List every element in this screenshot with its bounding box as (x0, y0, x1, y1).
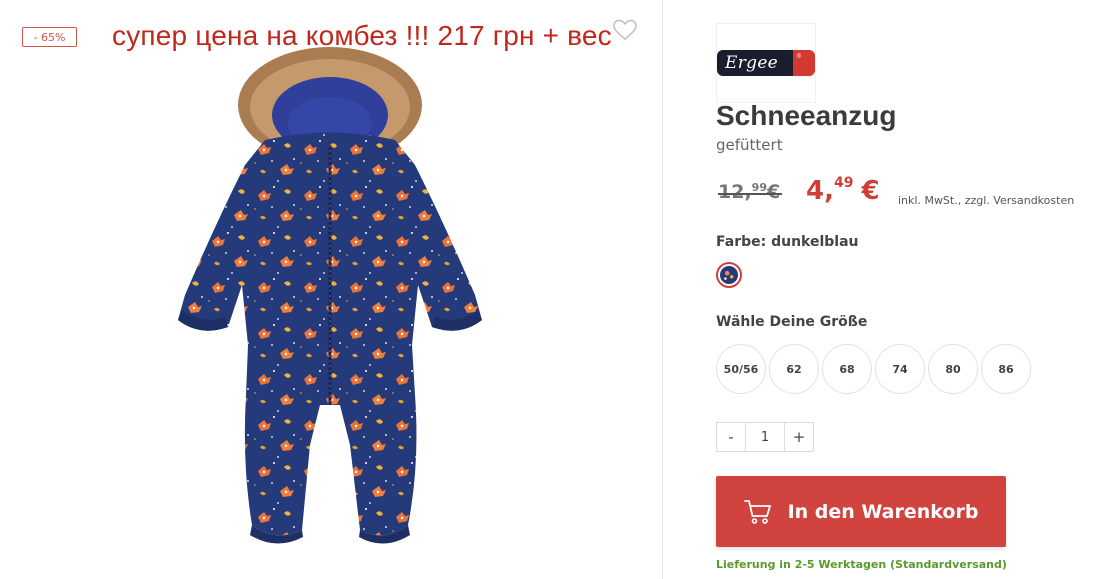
size-option-68[interactable]: 68 (822, 344, 872, 394)
size-selector: 50/56 62 68 74 80 86 (716, 344, 1031, 394)
quantity-input[interactable]: 1 (746, 422, 784, 452)
color-label: Farbe: dunkelblau (716, 234, 859, 250)
product-title: Schneeanzug (716, 100, 897, 131)
size-option-74[interactable]: 74 (875, 344, 925, 394)
size-label: Wähle Deine Größe (716, 314, 868, 330)
ergee-logo-mark: Ergee ® (717, 50, 815, 76)
quantity-decrease-button[interactable]: - (716, 422, 746, 452)
quantity-stepper: - 1 + (716, 422, 814, 452)
size-option-62[interactable]: 62 (769, 344, 819, 394)
brand-name: Ergee (725, 53, 779, 73)
purchase-panel: Ergee ® Schneeanzug gefüttert 12,99€ 4,4… (716, 0, 1096, 579)
quantity-increase-button[interactable]: + (784, 422, 814, 452)
snowsuit-image (178, 47, 482, 544)
delivery-info: Lieferung in 2-5 Werktagen (Standardvers… (716, 558, 1007, 571)
vat-note: inkl. MwSt., zzgl. Versandkosten (898, 194, 1075, 207)
product-image-area: - 65% супер цена на комбез !!! 217 грн +… (0, 0, 662, 579)
size-option-80[interactable]: 80 (928, 344, 978, 394)
wishlist-heart-icon[interactable] (612, 18, 638, 42)
shopping-cart-icon (743, 499, 771, 524)
price-row: 12,99€ 4,49 € inkl. MwSt., zzgl. Versandk… (716, 175, 1096, 211)
sale-price: 4,49 € (806, 175, 880, 206)
size-option-50-56[interactable]: 50/56 (716, 344, 766, 394)
discount-badge: - 65% (22, 27, 77, 47)
product-subtitle: gefüttert (716, 136, 783, 154)
column-divider (662, 0, 663, 579)
add-to-cart-button[interactable]: In den Warenkorb (716, 476, 1006, 547)
color-swatch-pattern (720, 266, 738, 284)
brand-logo[interactable]: Ergee ® (716, 23, 816, 103)
add-to-cart-label: In den Warenkorb (787, 500, 979, 523)
color-swatch-dunkelblau[interactable] (716, 262, 742, 288)
size-option-86[interactable]: 86 (981, 344, 1031, 394)
old-price: 12,99€ (718, 181, 783, 203)
